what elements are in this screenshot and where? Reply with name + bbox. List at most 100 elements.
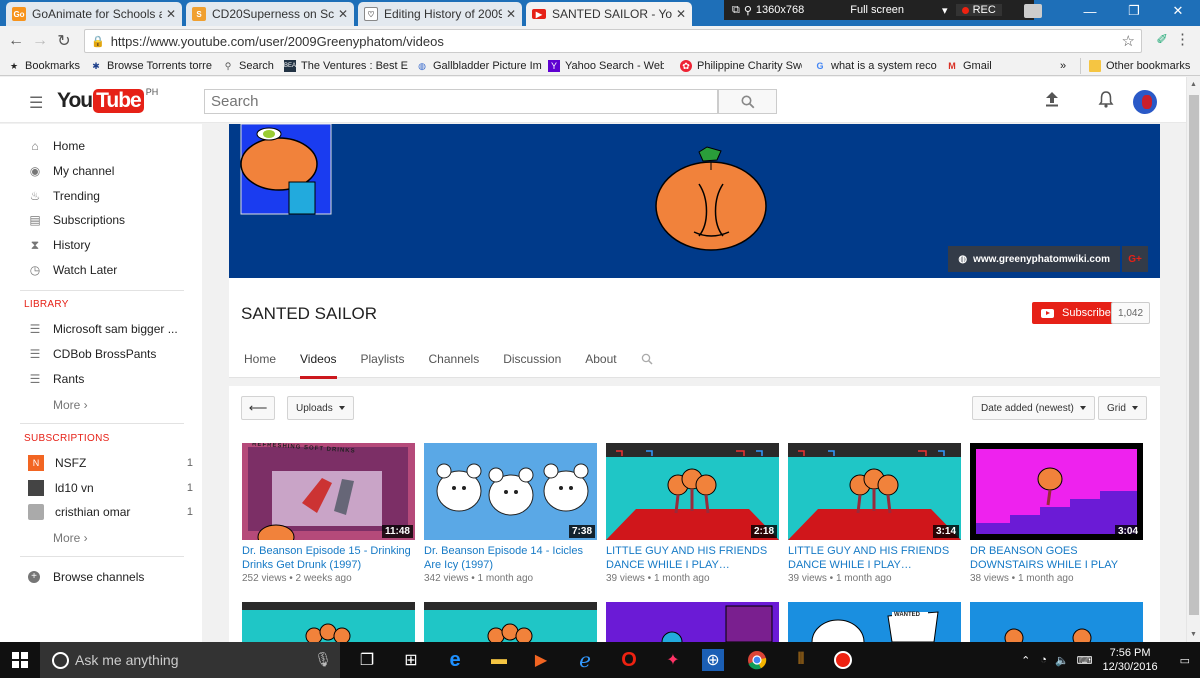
- close-window-icon[interactable]: ✕: [1156, 0, 1200, 22]
- edge-icon[interactable]: e: [442, 647, 468, 673]
- bookmark-gmail[interactable]: M Gmail: [946, 59, 996, 73]
- video-thumbnail[interactable]: [242, 602, 415, 642]
- tab-goanimate[interactable]: Go GoAnimate for Schools a ✕: [6, 2, 182, 26]
- tab-santed-sailor[interactable]: ▶ SANTED SAILOR - YouTu ✕: [526, 2, 692, 26]
- subscriptions-more-link[interactable]: More ›: [53, 531, 88, 545]
- url-bar[interactable]: 🔒 https://www.youtube.com/user/2009Green…: [84, 29, 1142, 53]
- tab-editing-history[interactable]: ♡ Editing History of 2009G ✕: [358, 2, 522, 26]
- notification-bell-icon[interactable]: [1098, 91, 1114, 108]
- scroll-up-icon[interactable]: ▲: [1190, 81, 1197, 88]
- minimize-icon[interactable]: —: [1068, 0, 1112, 22]
- video-card[interactable]: 7:38 Dr. Beanson Episode 14 - Icicles Ar…: [424, 443, 597, 584]
- scroll-down-icon[interactable]: ▼: [1190, 631, 1197, 638]
- hamburger-icon[interactable]: ☰: [29, 93, 43, 113]
- video-title[interactable]: Dr. Beanson Episode 14 - Icicles Are Icy…: [424, 544, 597, 572]
- search-button[interactable]: [718, 89, 777, 114]
- sort-dropdown[interactable]: Date added (newest): [972, 396, 1095, 420]
- video-thumbnail[interactable]: REFRESHING SOFT DRINKS 11:48: [242, 443, 415, 540]
- recorder-icon[interactable]: [830, 647, 856, 673]
- bookmark-search[interactable]: ⚲ Search: [222, 59, 278, 73]
- bookmark-yahoo[interactable]: YYahoo Search - Web S: [548, 59, 664, 73]
- video-thumbnail[interactable]: 3:14: [788, 443, 961, 540]
- channel-search-icon[interactable]: [641, 353, 653, 365]
- menu-icon[interactable]: ⋮: [1175, 30, 1190, 48]
- sidebar-item-playlist[interactable]: ☰ CDBob BrossPants: [28, 344, 193, 364]
- video-thumbnail[interactable]: 2:18: [606, 443, 779, 540]
- close-icon[interactable]: ✕: [338, 7, 348, 21]
- video-thumbnail[interactable]: 3:04: [970, 443, 1143, 540]
- library-more-link[interactable]: More ›: [53, 398, 88, 412]
- sidebar-item-home[interactable]: ⌂ Home: [28, 136, 193, 156]
- video-thumbnail[interactable]: [606, 602, 779, 642]
- video-thumbnail[interactable]: [424, 602, 597, 642]
- back-button[interactable]: ⟵: [241, 396, 275, 420]
- star-icon[interactable]: ☆: [1122, 32, 1135, 50]
- search-input[interactable]: [204, 89, 718, 114]
- website-link[interactable]: ◍ www.greenyphatomwiki.com: [948, 246, 1120, 272]
- file-explorer-icon[interactable]: ▬: [486, 647, 512, 673]
- user-icon[interactable]: [1024, 4, 1042, 18]
- tab-scratch[interactable]: S CD20Superness on Scrat ✕: [186, 2, 354, 26]
- bookmarks-folder[interactable]: ★ Bookmarks: [8, 59, 86, 73]
- maximize-icon[interactable]: ❐: [1112, 0, 1156, 22]
- network-icon[interactable]: ◔: [1040, 654, 1047, 666]
- uploads-dropdown[interactable]: Uploads: [287, 396, 354, 420]
- windows-start-icon[interactable]: [12, 652, 28, 668]
- internet-explorer-icon[interactable]: ℯ: [572, 647, 598, 673]
- opera-icon[interactable]: O: [616, 647, 642, 673]
- bookmark-gallbladder[interactable]: ◍ Gallbladder Picture Im: [416, 59, 544, 73]
- tab-channels[interactable]: Channels: [429, 352, 480, 378]
- bookmark-ventures[interactable]: BEA The Ventures : Best E: [284, 59, 408, 73]
- chrome-icon[interactable]: [744, 647, 770, 673]
- back-icon[interactable]: ←: [4, 29, 28, 53]
- video-card[interactable]: REFRESHING SOFT DRINKS 11:48 Dr. Beanson…: [242, 443, 415, 584]
- browse-channels[interactable]: + Browse channels: [28, 567, 193, 587]
- sidebar-item-history[interactable]: ⧗ History: [28, 235, 193, 255]
- bookmark-browse-torrents[interactable]: ✱ Browse Torrents torre: [90, 59, 214, 73]
- video-thumbnail[interactable]: 7:38: [424, 443, 597, 540]
- clock[interactable]: 7:56 PM 12/30/2016: [1103, 646, 1158, 674]
- store-icon[interactable]: ⊞: [398, 647, 424, 673]
- volume-icon[interactable]: 🔈: [1055, 654, 1069, 667]
- chevron-down-icon[interactable]: ▾: [934, 4, 956, 17]
- video-thumbnail[interactable]: WANTED: [788, 602, 961, 642]
- avatar[interactable]: [1133, 90, 1157, 114]
- page-scrollbar[interactable]: ▲ ▼: [1186, 77, 1200, 642]
- app-icon[interactable]: ✦: [660, 647, 686, 673]
- other-bookmarks[interactable]: Other bookmarks: [1089, 59, 1193, 73]
- tab-about[interactable]: About: [585, 352, 616, 378]
- bookmark-philippine-charity[interactable]: ✿ Philippine Charity Swe: [680, 59, 802, 73]
- subscription-item[interactable]: cristhian omar 1: [28, 502, 193, 522]
- video-title[interactable]: Dr. Beanson Episode 15 - Drinking Drinks…: [242, 544, 415, 572]
- forward-icon[interactable]: →: [28, 29, 52, 53]
- subscription-item[interactable]: N NSFZ 1: [28, 453, 193, 473]
- chevron-up-icon[interactable]: ⌃: [1021, 654, 1030, 667]
- google-plus-link[interactable]: G+: [1122, 246, 1148, 272]
- video-title[interactable]: LITTLE GUY AND HIS FRIENDS DANCE WHILE I…: [788, 544, 961, 572]
- upload-icon[interactable]: [1045, 91, 1059, 107]
- cortana-search-box[interactable]: Ask me anything 🎙: [40, 642, 340, 678]
- defender-icon[interactable]: ⊕: [702, 649, 724, 671]
- media-player-icon[interactable]: ▶: [528, 647, 554, 673]
- tab-playlists[interactable]: Playlists: [361, 352, 405, 378]
- keyboard-icon[interactable]: ⌨: [1077, 654, 1093, 667]
- subscription-item[interactable]: ld10 vn 1: [28, 478, 193, 498]
- tab-videos[interactable]: Videos: [300, 352, 337, 379]
- sidebar-item-watch-later[interactable]: ◷ Watch Later: [28, 260, 193, 280]
- sidebar-item-playlist[interactable]: ☰ Rants: [28, 369, 193, 389]
- scrollbar-thumb[interactable]: [1189, 95, 1199, 615]
- sidebar-item-subscriptions[interactable]: ▤ Subscriptions: [28, 210, 193, 230]
- sidebar-item-my-channel[interactable]: ◉ My channel: [28, 161, 193, 181]
- task-view-icon[interactable]: ❐: [354, 647, 380, 673]
- view-dropdown[interactable]: Grid: [1098, 396, 1147, 420]
- close-icon[interactable]: ✕: [166, 7, 176, 21]
- youtube-logo[interactable]: You Tube PH: [57, 87, 158, 113]
- microphone-icon[interactable]: 🎙: [314, 651, 332, 668]
- recorder-resolution[interactable]: ⧉ ⚲ 1360x768: [724, 4, 812, 17]
- tab-discussion[interactable]: Discussion: [503, 352, 561, 378]
- tab-home[interactable]: Home: [244, 352, 276, 378]
- notifications-icon[interactable]: ▭: [1180, 654, 1190, 667]
- video-thumbnail[interactable]: [970, 602, 1143, 642]
- audio-app-icon[interactable]: ⦀: [788, 647, 814, 673]
- close-icon[interactable]: ✕: [506, 7, 516, 21]
